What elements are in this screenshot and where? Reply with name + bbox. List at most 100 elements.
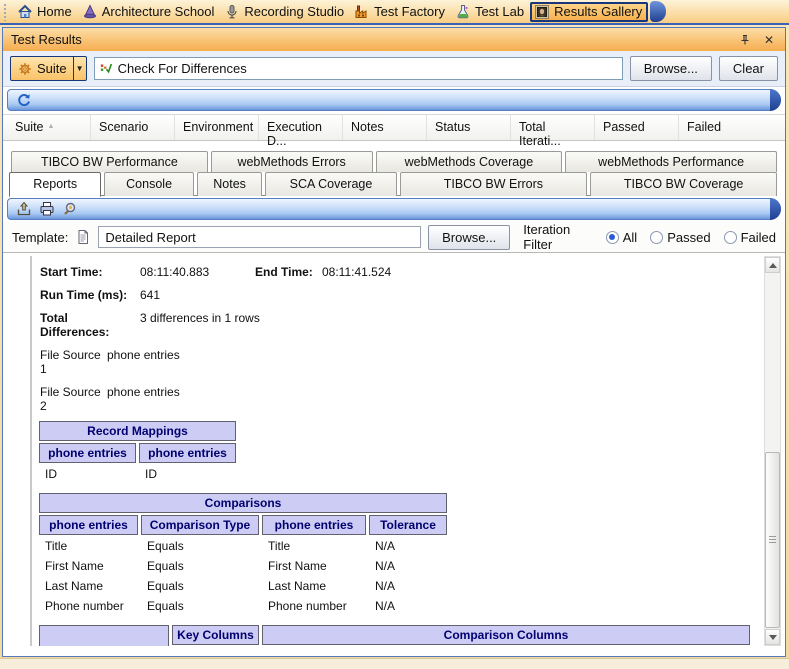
toolbar-item-label: Results Gallery — [554, 4, 643, 19]
comparison-row: Title Equals Title N/A — [45, 539, 396, 553]
factory-icon — [355, 5, 367, 18]
column-header-execution-date[interactable]: Execution D... — [259, 115, 343, 148]
comparisons-col-0: phone entries — [39, 515, 138, 535]
tab-row-front: Reports Console Notes SCA Coverage TIBCO… — [9, 172, 777, 197]
tab-console[interactable]: Console — [104, 172, 194, 196]
toolbar-item-label: Recording Studio — [244, 4, 345, 19]
suite-dropdown-button[interactable]: Suite ▼ — [10, 56, 87, 81]
run-time-label: Run Time (ms): — [40, 288, 128, 302]
column-header-notes[interactable]: Notes — [343, 115, 427, 140]
comparisons-title: Comparisons — [39, 493, 447, 513]
tab-webmethods-performance[interactable]: webMethods Performance — [565, 151, 777, 172]
record-mappings-table: Record Mappings phone entries phone entr… — [36, 419, 239, 485]
comparisons-col-3: Tolerance — [369, 515, 447, 535]
total-differences-label: Total Differences: — [40, 311, 110, 339]
toolbar-item-architecture-school[interactable]: Architecture School — [78, 2, 221, 22]
gear-icon — [19, 62, 31, 75]
toolbar-item-results-gallery[interactable]: Results Gallery — [530, 1, 649, 22]
radio-failed[interactable]: Failed — [723, 230, 776, 245]
report-viewport: Start Time: 08:11:40.883 End Time: 08:11… — [30, 256, 761, 646]
record-mappings-row: ID ID — [45, 467, 157, 481]
gallery-icon — [535, 4, 550, 19]
tab-reports[interactable]: Reports — [9, 172, 102, 197]
report-toolbar — [7, 198, 781, 220]
toolbar-end-cap — [650, 1, 667, 22]
radio-passed-icon — [650, 230, 664, 244]
radio-all-icon — [605, 230, 619, 244]
scrollbar-thumb[interactable] — [765, 452, 780, 628]
comparisons-col-1: Comparison Type — [141, 515, 259, 535]
column-header-environment[interactable]: Environment — [175, 115, 259, 140]
record-mappings-col-0: phone entries — [39, 443, 136, 463]
column-header-passed[interactable]: Passed — [595, 115, 679, 140]
iteration-filter-group: Iteration Filter All Passed Failed — [523, 222, 776, 252]
export-icon[interactable] — [16, 201, 32, 217]
app-toolbar: Home Architecture School Recording Studi… — [0, 0, 789, 25]
window-bottom-edge — [0, 658, 789, 669]
column-header-scenario[interactable]: Scenario — [91, 115, 175, 140]
results-grid-header: Suite ▲ Scenario Environment Execution D… — [3, 114, 785, 148]
radio-passed[interactable]: Passed — [650, 230, 711, 245]
document-icon[interactable] — [75, 229, 91, 245]
start-time-label: Start Time: — [40, 265, 103, 279]
comparisons-table: Comparisons phone entries Comparison Typ… — [36, 491, 450, 617]
tab-tibco-bw-errors[interactable]: TIBCO BW Errors — [399, 172, 588, 196]
column-header-status[interactable]: Status — [427, 115, 511, 140]
clear-button[interactable]: Clear — [718, 56, 778, 81]
tab-sca-coverage[interactable]: SCA Coverage — [265, 172, 397, 196]
pin-icon[interactable] — [737, 32, 753, 48]
comparison-row: First Name Equals First Name N/A — [45, 559, 396, 573]
tab-tibco-bw-performance[interactable]: TIBCO BW Performance — [11, 151, 208, 172]
tab-notes[interactable]: Notes — [196, 172, 263, 196]
search-value: Check For Differences — [117, 61, 247, 76]
radio-all[interactable]: All — [605, 230, 637, 245]
template-browse-button[interactable]: Browse... — [428, 224, 511, 250]
triangle-down-icon — [768, 634, 777, 640]
template-row: Template: Detailed Report Browse... Iter… — [3, 222, 785, 252]
end-time-label: End Time: — [255, 265, 313, 279]
comparison-row: Phone number Equals Phone number N/A — [45, 599, 396, 613]
tab-webmethods-coverage[interactable]: webMethods Coverage — [375, 151, 563, 172]
key-columns-header: Key Columns — [172, 625, 259, 645]
refresh-icon[interactable] — [16, 92, 32, 108]
thumb-grip-icon — [769, 536, 776, 544]
print-icon[interactable] — [39, 201, 55, 217]
toolbar-drag-handle[interactable] — [3, 2, 8, 21]
search-input[interactable]: Check For Differences — [93, 57, 623, 80]
chevron-down-icon: ▼ — [72, 57, 86, 80]
column-header-suite[interactable]: Suite ▲ — [7, 115, 91, 140]
close-icon[interactable]: ✕ — [761, 32, 777, 48]
check-differences-icon — [100, 63, 112, 74]
tab-tibco-bw-coverage[interactable]: TIBCO BW Coverage — [590, 172, 777, 196]
scroll-down-button[interactable] — [765, 629, 780, 645]
template-input[interactable]: Detailed Report — [98, 226, 422, 248]
architecture-school-icon — [83, 3, 96, 18]
toolbar-item-test-lab[interactable]: Test Lab — [451, 2, 530, 22]
run-time-value: 641 — [140, 288, 161, 302]
comparison-columns-header: Comparison Columns — [262, 625, 750, 645]
record-mappings-col-1: phone entries — [139, 443, 236, 463]
home-icon — [18, 4, 32, 18]
tab-webmethods-errors[interactable]: webMethods Errors — [210, 151, 373, 172]
panel-title: Test Results — [11, 32, 82, 47]
vertical-scrollbar[interactable] — [764, 256, 781, 646]
toolbar-item-recording-studio[interactable]: Recording Studio — [220, 2, 350, 22]
panel-title-bar: Test Results ✕ — [3, 28, 785, 51]
summary-times: Start Time: 08:11:40.883 End Time: 08:11… — [40, 265, 761, 279]
column-header-failed[interactable]: Failed — [679, 115, 763, 140]
test-results-panel: Test Results ✕ Suite ▼ Check For Differe… — [2, 27, 786, 657]
column-header-total-iterations[interactable]: Total Iterati... — [511, 115, 595, 148]
search-preview-icon[interactable] — [62, 201, 78, 217]
toolbar-item-label: Test Lab — [474, 4, 525, 19]
scroll-up-button[interactable] — [765, 257, 780, 273]
template-label: Template: — [12, 229, 69, 245]
file-source-1: File Source 1 phone entries — [40, 348, 180, 376]
file-source-2: File Source 2 phone entries — [40, 385, 180, 413]
toolbar-item-home[interactable]: Home — [13, 2, 78, 22]
toolbar-item-test-factory[interactable]: Test Factory — [350, 2, 451, 22]
browse-button[interactable]: Browse... — [629, 56, 712, 81]
filter-row: Suite ▼ Check For Differences Browse... … — [3, 51, 785, 87]
toolbar-item-label: Home — [37, 4, 72, 19]
end-time-value: 08:11:41.524 — [322, 265, 392, 279]
microphone-icon — [227, 4, 238, 18]
